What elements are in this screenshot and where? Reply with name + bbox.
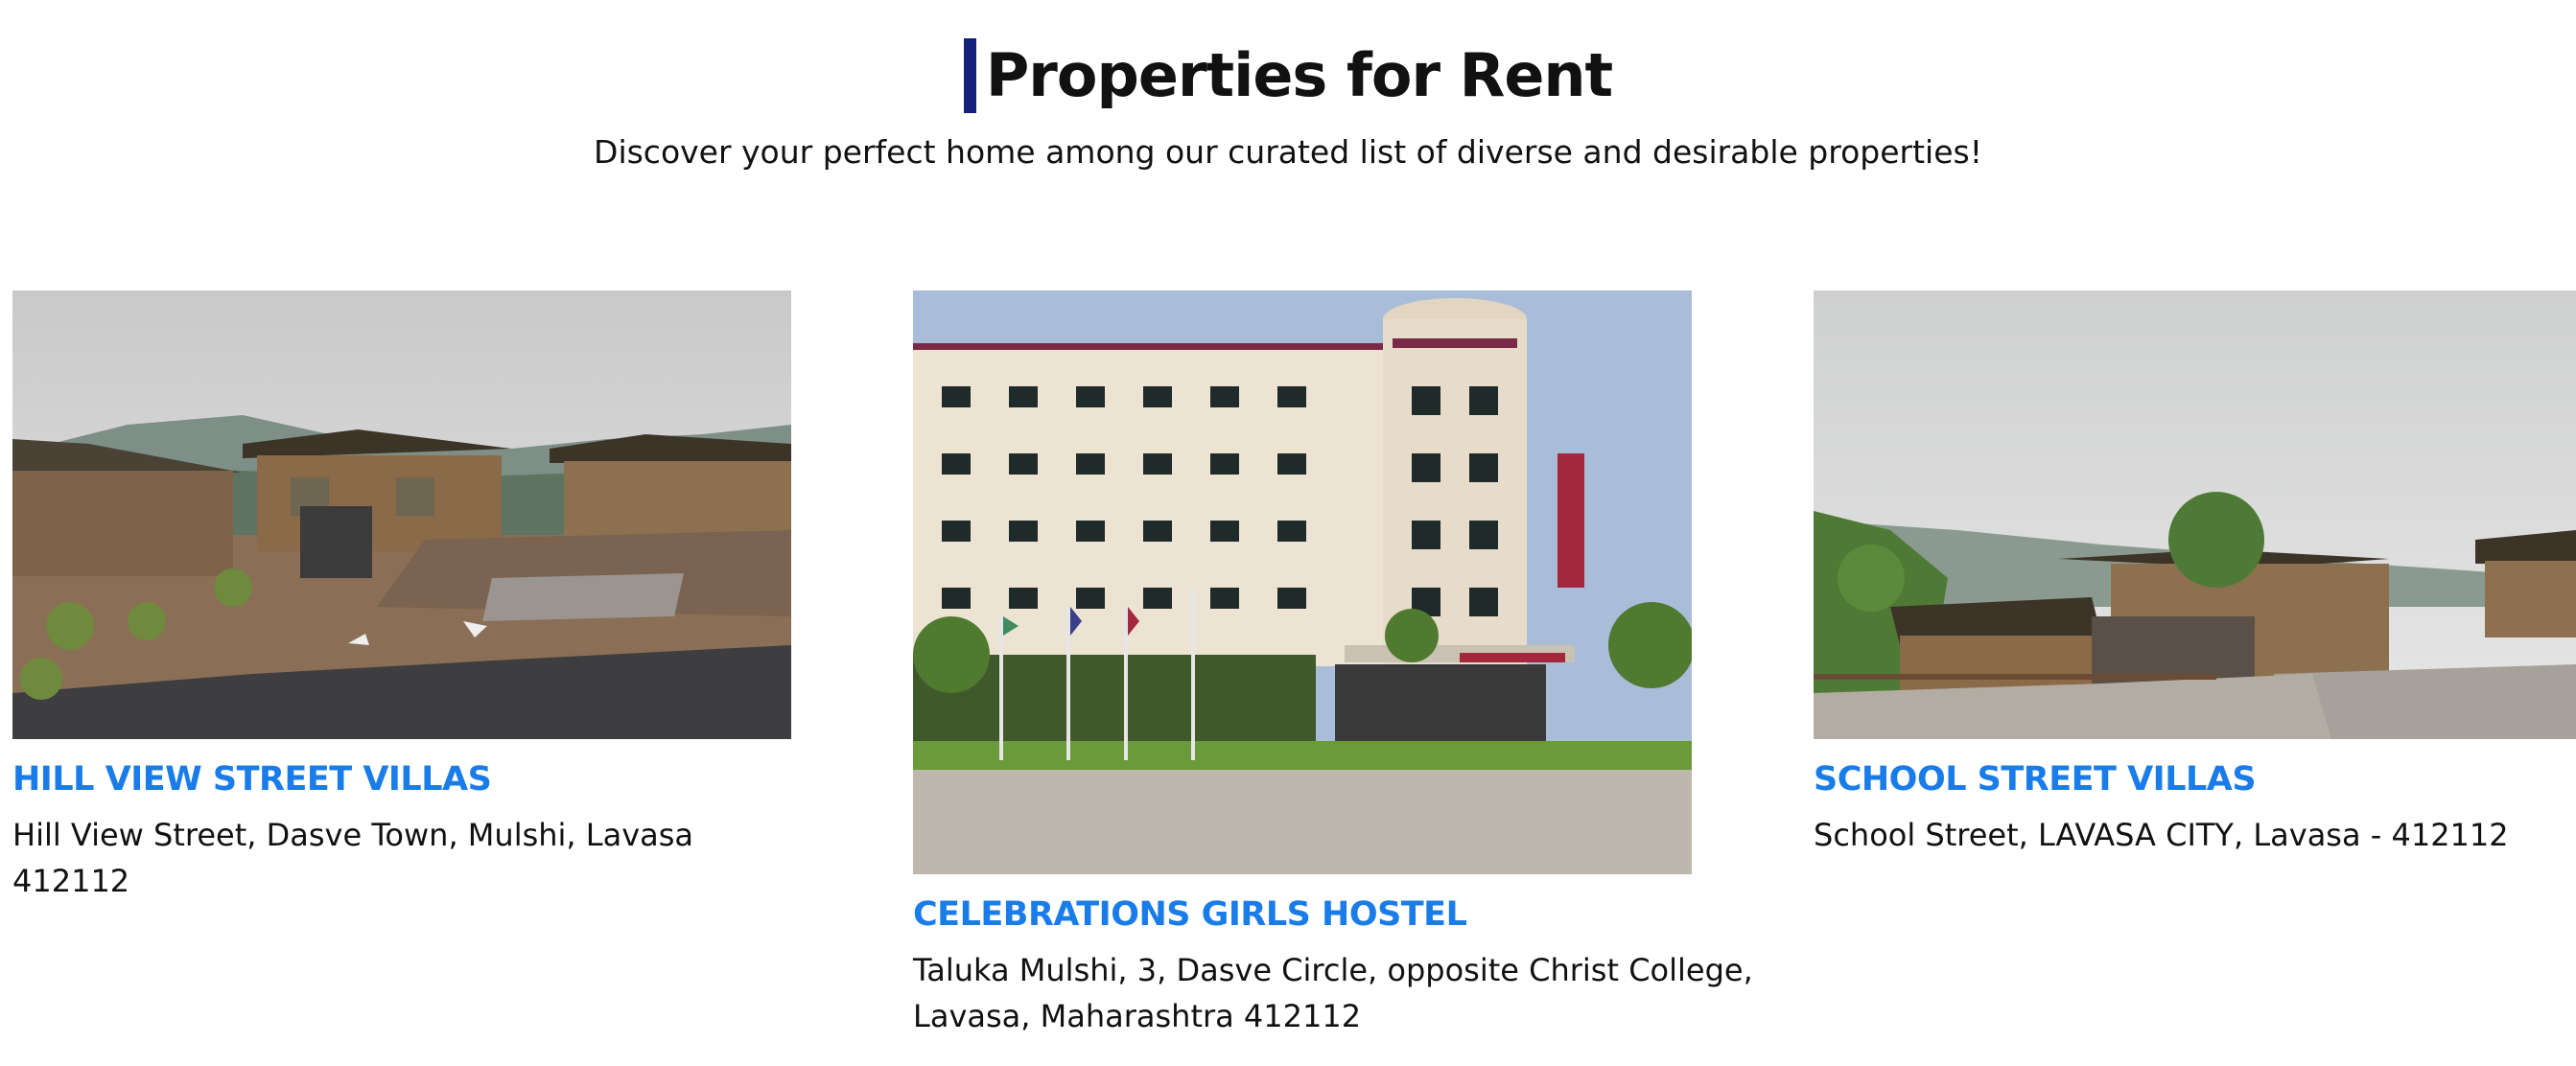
property-photo[interactable]	[913, 290, 1692, 874]
villa-street-photo-image	[1814, 290, 2576, 739]
property-address: Taluka Mulshi, 3, Dasve Circle, opposite…	[913, 952, 1753, 1034]
page-title: Properties for Rent	[985, 40, 1613, 110]
property-name-link[interactable]: CELEBRATIONS GIRLS HOSTEL	[913, 893, 1692, 936]
title-accent-bar	[963, 38, 976, 113]
title-row: Properties for Rent	[0, 38, 2576, 113]
property-card[interactable]: SCHOOL STREET VILLAS School Street, LAVA…	[1814, 290, 2576, 858]
property-name-link[interactable]: SCHOOL STREET VILLAS	[1814, 758, 2576, 800]
property-name-link[interactable]: HILL VIEW STREET VILLAS	[12, 758, 791, 800]
properties-page: Properties for Rent Discover your perfec…	[0, 0, 2576, 1066]
property-photo[interactable]	[12, 290, 791, 739]
page-subtitle: Discover your perfect home among our cur…	[594, 133, 1982, 171]
property-photo[interactable]	[1814, 290, 2576, 739]
property-address: School Street, LAVASA CITY, Lavasa - 412…	[1814, 817, 2509, 853]
property-card[interactable]: CELEBRATIONS GIRLS HOSTEL Taluka Mulshi,…	[913, 290, 1753, 1039]
villa-street-photo-image	[12, 290, 791, 739]
property-address: Hill View Street, Dasve Town, Mulshi, La…	[12, 817, 694, 899]
hostel-building-photo-image	[913, 290, 1692, 874]
property-card[interactable]: HILL VIEW STREET VILLAS Hill View Street…	[12, 290, 791, 904]
